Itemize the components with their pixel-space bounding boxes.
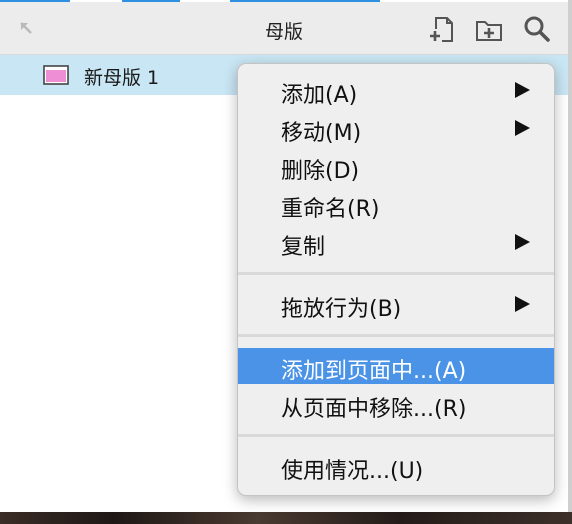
search-icon[interactable] [522, 14, 552, 44]
context-menu: 添加(A) 移动(M) 删除(D) 重命名(R) 复制 拖放行为(B) 添加到页… [237, 63, 555, 496]
menu-item-usage[interactable]: 使用情况...(U) [238, 448, 554, 484]
menu-item-label: 从页面中移除...(R) [281, 397, 467, 422]
panel-header: 母版 [0, 2, 568, 55]
menu-separator [238, 334, 554, 337]
menu-item-label: 复制 [281, 235, 326, 260]
desktop-background [0, 512, 572, 524]
menu-item-label: 拖放行为(B) [281, 297, 402, 322]
submenu-arrow-icon [515, 296, 530, 312]
master-page-icon [43, 65, 69, 85]
menu-item-label: 移动(M) [281, 121, 362, 146]
submenu-arrow-icon [515, 82, 530, 98]
submenu-arrow-icon [515, 234, 530, 250]
menu-item-label: 使用情况...(U) [281, 459, 424, 484]
submenu-arrow-icon [515, 120, 530, 136]
add-master-icon[interactable] [428, 14, 458, 44]
menu-item-label: 添加到页面中...(A) [281, 359, 467, 384]
add-folder-icon[interactable] [474, 14, 504, 44]
tree-item-label: 新母版 1 [84, 67, 160, 89]
menu-separator [238, 272, 554, 275]
menu-item-duplicate[interactable]: 复制 [238, 224, 554, 260]
menu-separator [238, 434, 554, 437]
menu-item-label: 删除(D) [281, 159, 360, 184]
menu-item-remove-from-pages[interactable]: 从页面中移除...(R) [238, 386, 554, 422]
menu-item-label: 添加(A) [281, 83, 358, 108]
menu-item-rename[interactable]: 重命名(R) [238, 186, 554, 222]
menu-item-add[interactable]: 添加(A) [238, 72, 554, 108]
menu-item-delete[interactable]: 删除(D) [238, 148, 554, 184]
menu-item-move[interactable]: 移动(M) [238, 110, 554, 146]
menu-item-label: 重命名(R) [281, 197, 380, 222]
menu-item-drop-behavior[interactable]: 拖放行为(B) [238, 286, 554, 322]
window-edge [568, 0, 572, 512]
menu-item-add-to-pages[interactable]: 添加到页面中...(A) [238, 348, 554, 384]
